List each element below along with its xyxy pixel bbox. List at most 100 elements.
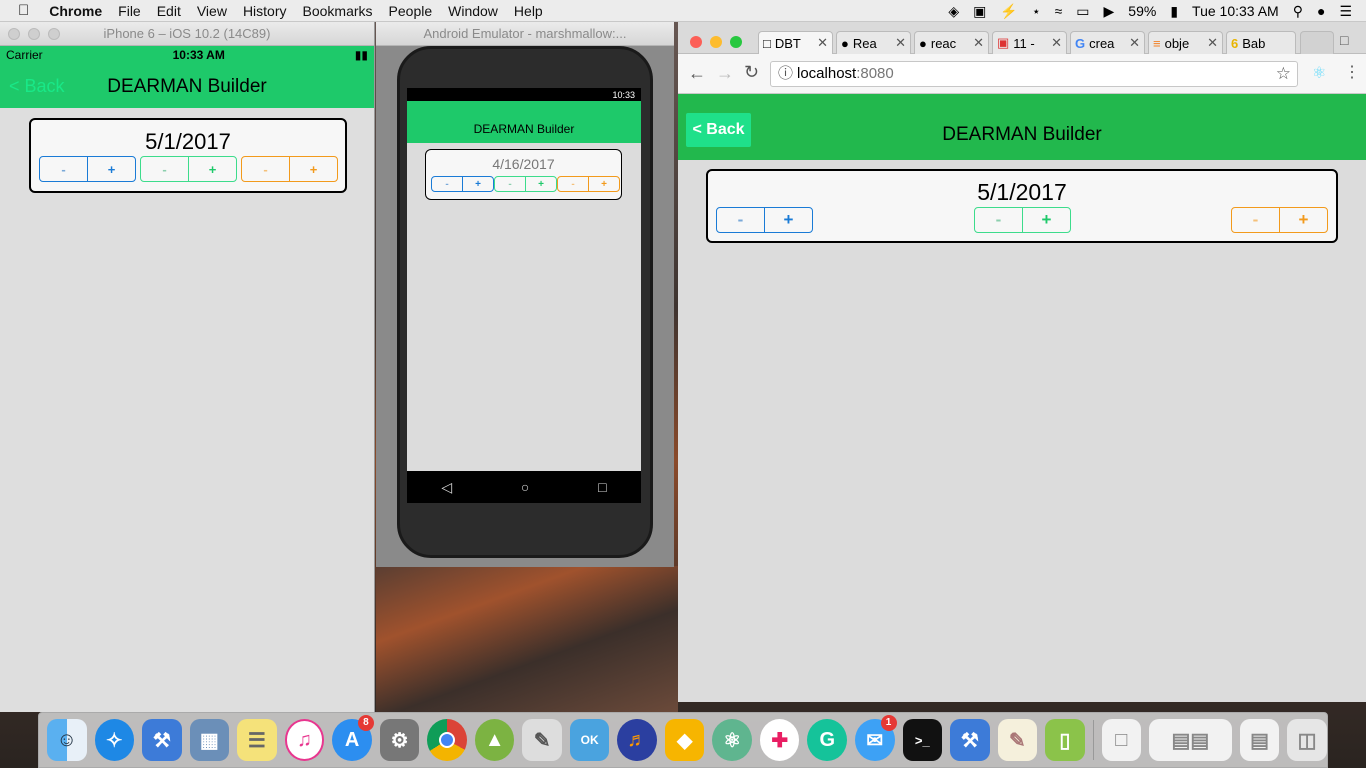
menu-bookmarks[interactable]: Bookmarks — [295, 3, 381, 19]
back-arrow-icon[interactable]: ← — [688, 63, 706, 84]
close-icon[interactable]: ✕ — [1129, 35, 1140, 51]
year-increment-button[interactable]: + — [290, 157, 337, 181]
wifi-icon[interactable]: ≈ — [1055, 3, 1063, 19]
android-day-decrement-button[interactable]: - — [495, 177, 526, 191]
audacity-icon[interactable]: ♬ — [617, 719, 657, 761]
web-month-decrement-button[interactable]: - — [717, 208, 765, 232]
apple-icon[interactable]:  — [0, 2, 41, 19]
display-icon[interactable]: ▣ — [973, 3, 986, 20]
android-month-increment-button[interactable]: + — [463, 177, 493, 191]
simulator-icon[interactable]: OK — [569, 719, 610, 761]
android-month-decrement-button[interactable]: - — [432, 177, 463, 191]
dropbox-icon[interactable]: ◈ — [948, 3, 959, 20]
close-icon[interactable]: ✕ — [973, 35, 984, 51]
chrome-icon[interactable] — [427, 719, 467, 761]
downloads-stack-icon[interactable]: ▤ — [1239, 719, 1280, 761]
android-page-title: DEARMAN Builder — [473, 122, 575, 136]
finder-icon[interactable]: ☺ — [47, 719, 87, 761]
address-bar[interactable]: ⓘ localhost:8080 ☆ — [770, 61, 1298, 87]
android-year-increment-button[interactable]: + — [589, 177, 619, 191]
battery-percent[interactable]: 59% — [1128, 3, 1156, 19]
forward-arrow-icon[interactable]: → — [716, 63, 734, 84]
tab-babel[interactable]: 6 Bab — [1226, 31, 1296, 54]
web-day-increment-button[interactable]: + — [1023, 208, 1070, 232]
documents-folder-icon[interactable]: □ — [1101, 719, 1142, 761]
menu-file[interactable]: File — [110, 3, 149, 19]
tab-github-reac[interactable]: ● reac ✕ — [914, 31, 989, 54]
app-store-icon[interactable]: A8 — [332, 715, 374, 761]
ios-time: 10:33 AM — [172, 48, 225, 62]
terminal-icon[interactable]: >_ — [902, 719, 943, 761]
chrome-toolbar: ← → ↻ ⓘ localhost:8080 ☆ ⚛ ⋮ — [678, 54, 1366, 94]
web-day-decrement-button[interactable]: - — [975, 208, 1023, 232]
sketch-icon[interactable]: ◆ — [664, 719, 705, 761]
android-studio-icon[interactable]: ▲ — [474, 719, 515, 761]
close-icon[interactable]: ✕ — [1207, 35, 1218, 51]
close-icon[interactable]: ✕ — [1051, 35, 1062, 51]
tab-stackoverflow-obje[interactable]: ≡ obje ✕ — [1148, 31, 1223, 54]
react-devtools-icon[interactable]: ⚛ — [1312, 63, 1326, 83]
app-store-badge: 8 — [357, 715, 374, 731]
xcode-icon[interactable]: ⚒ — [142, 719, 182, 761]
window-controls[interactable] — [8, 28, 60, 40]
xcode-simulator-icon[interactable]: ⚒ — [950, 719, 990, 761]
chrome-menu-icon[interactable]: ⋮ — [1344, 62, 1360, 82]
web-year-decrement-button[interactable]: - — [1232, 208, 1280, 232]
safari-icon[interactable]: ✧ — [94, 719, 135, 761]
android-day-increment-button[interactable]: + — [526, 177, 556, 191]
atom-icon[interactable]: ⚛ — [712, 719, 752, 761]
menu-help[interactable]: Help — [506, 3, 551, 19]
github-icon: ● — [919, 35, 927, 51]
reactotron-icon[interactable]: ✚ — [759, 719, 800, 761]
bookmark-star-icon[interactable]: ☆ — [1276, 62, 1291, 86]
battery-icon[interactable]: ▮ — [1170, 3, 1178, 20]
script-editor-icon[interactable]: ✎ — [522, 719, 562, 761]
month-increment-button[interactable]: + — [88, 157, 135, 181]
profile-icon[interactable]: □ — [1340, 32, 1348, 48]
tab-github-rea[interactable]: ● Rea ✕ — [836, 31, 911, 54]
close-icon[interactable]: ✕ — [895, 35, 906, 51]
menubar-clock[interactable]: Tue 10:33 AM — [1192, 3, 1279, 19]
menu-view[interactable]: View — [189, 3, 235, 19]
android-file-transfer-icon[interactable]: ▯ — [1045, 719, 1085, 761]
itunes-icon[interactable]: ♫ — [284, 719, 325, 761]
trash-icon[interactable]: ◫ — [1287, 719, 1327, 761]
screenshot-stack-icon[interactable]: ▤▤ — [1149, 719, 1232, 761]
textedit-icon[interactable]: ✎ — [997, 719, 1038, 761]
info-icon[interactable]: ⓘ — [778, 62, 793, 86]
close-icon[interactable]: ✕ — [817, 35, 828, 51]
notification-center-icon[interactable]: ☰ — [1339, 3, 1352, 20]
new-tab-button[interactable] — [1300, 31, 1334, 54]
grammarly-icon[interactable]: G — [807, 719, 847, 761]
android-recents-icon[interactable]: □ — [598, 479, 606, 495]
web-month-increment-button[interactable]: + — [765, 208, 812, 232]
menu-app-name[interactable]: Chrome — [41, 3, 110, 19]
tab-google-crea[interactable]: Gcrea ✕ — [1070, 31, 1145, 54]
airplay-icon[interactable]: ▭ — [1076, 3, 1089, 20]
tab-dbt[interactable]: □ DBT ✕ — [758, 31, 833, 54]
menu-history[interactable]: History — [235, 3, 295, 19]
month-decrement-button[interactable]: - — [40, 157, 88, 181]
android-back-icon[interactable]: ◁ — [441, 479, 452, 496]
reload-icon[interactable]: ↻ — [744, 62, 759, 83]
web-year-increment-button[interactable]: + — [1280, 208, 1327, 232]
bluetooth-icon[interactable]: ⋆ — [1032, 3, 1041, 20]
preview-icon[interactable]: ▦ — [189, 719, 230, 761]
window-controls[interactable] — [690, 36, 742, 48]
tab-11[interactable]: ▣ 11 - ✕ — [992, 31, 1067, 54]
day-decrement-button[interactable]: - — [141, 157, 189, 181]
bolt-icon[interactable]: ⚡ — [1000, 3, 1017, 20]
messages-icon[interactable]: ✉ 1 — [855, 715, 897, 761]
system-preferences-icon[interactable]: ⚙ — [379, 719, 420, 761]
search-icon[interactable]: ⚲ — [1293, 3, 1303, 20]
day-increment-button[interactable]: + — [189, 157, 236, 181]
volume-icon[interactable]: ▶ — [1104, 3, 1115, 20]
menu-people[interactable]: People — [381, 3, 441, 19]
android-home-icon[interactable]: ○ — [521, 479, 529, 495]
menu-window[interactable]: Window — [440, 3, 506, 19]
menu-edit[interactable]: Edit — [149, 3, 189, 19]
year-decrement-button[interactable]: - — [242, 157, 290, 181]
siri-icon[interactable]: ● — [1317, 3, 1325, 19]
android-year-decrement-button[interactable]: - — [558, 177, 589, 191]
notes-icon[interactable]: ☰ — [237, 719, 277, 761]
